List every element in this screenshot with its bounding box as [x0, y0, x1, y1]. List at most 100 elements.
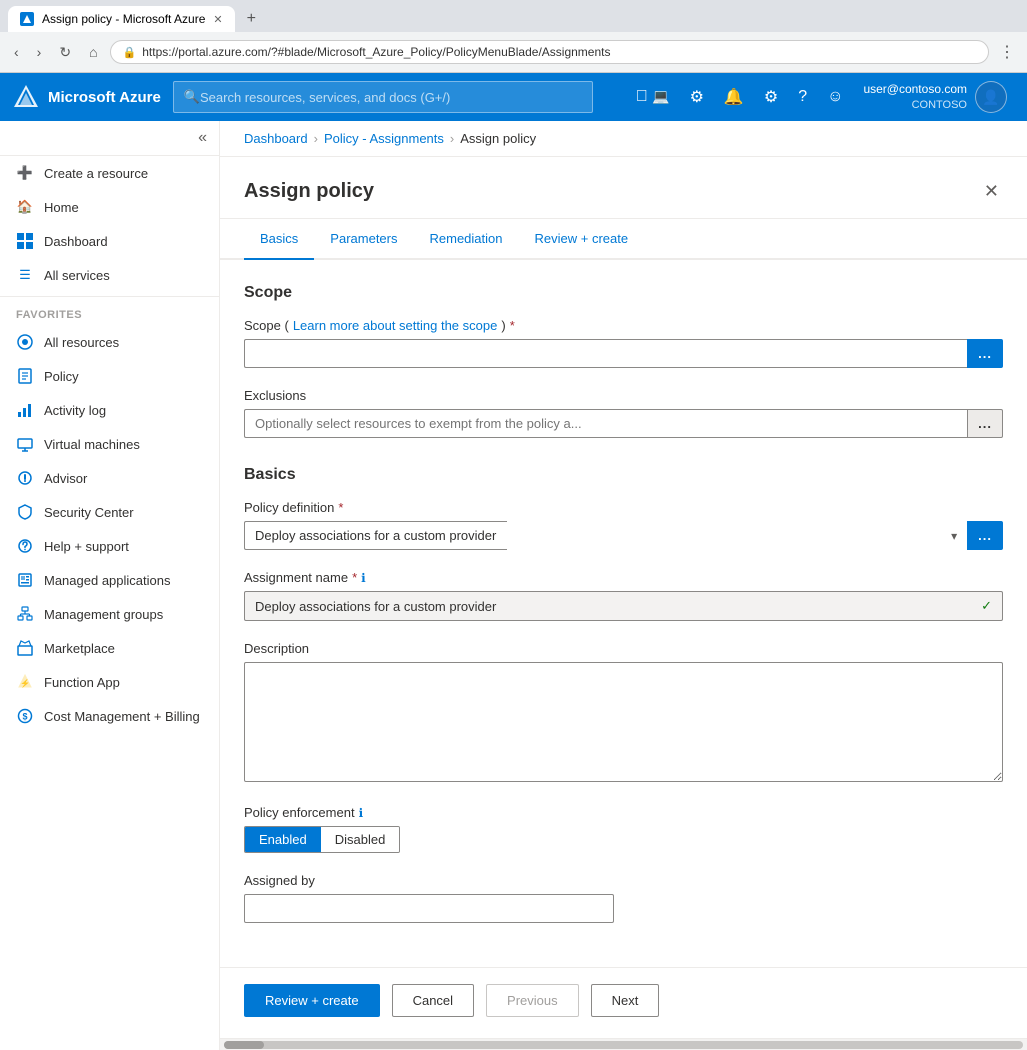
- sidebar-item-activity-log[interactable]: Activity log: [0, 393, 219, 427]
- browser-menu-button[interactable]: ⋮: [995, 38, 1019, 66]
- favorites-label: FAVORITES: [0, 301, 219, 325]
- sidebar-item-label: Management groups: [44, 607, 163, 622]
- enforcement-info-icon[interactable]: ℹ: [359, 806, 364, 820]
- policy-def-label: Policy definition *: [244, 500, 1003, 515]
- scope-field-group: Scope ( Learn more about setting the sco…: [244, 318, 1003, 368]
- exclusions-input[interactable]: [244, 409, 967, 438]
- breadcrumb-dashboard[interactable]: Dashboard: [244, 131, 308, 146]
- svg-text:⚡: ⚡: [20, 678, 30, 688]
- policy-icon: [16, 367, 34, 385]
- breadcrumb-policy-assignments[interactable]: Policy - Assignments: [324, 131, 444, 146]
- sidebar-item-managed-apps[interactable]: Managed applications: [0, 563, 219, 597]
- assignment-name-checkmark: ✓: [981, 598, 992, 614]
- browser-tab-bar: Assign policy - Microsoft Azure ✕ +: [0, 0, 1027, 32]
- scope-browse-button[interactable]: ...: [967, 339, 1003, 368]
- policy-definition-group: Policy definition * Deploy associations …: [244, 500, 1003, 550]
- sidebar-item-all-services[interactable]: ☰ All services: [0, 258, 219, 292]
- forward-button[interactable]: ›: [31, 40, 48, 64]
- scope-input[interactable]: [244, 339, 967, 368]
- exclusions-field-group: Exclusions ...: [244, 388, 1003, 438]
- notifications-button[interactable]: 🔔: [716, 81, 752, 113]
- new-tab-button[interactable]: +: [239, 6, 264, 32]
- azure-logo-text: Microsoft Azure: [48, 89, 161, 106]
- scrollbar-thumb[interactable]: [224, 1041, 264, 1049]
- scope-label: Scope ( Learn more about setting the sco…: [244, 318, 1003, 333]
- sidebar-item-label: Security Center: [44, 505, 134, 520]
- refresh-button[interactable]: ↻: [53, 40, 77, 65]
- sidebar-item-label: All resources: [44, 335, 119, 350]
- sidebar-item-advisor[interactable]: Advisor: [0, 461, 219, 495]
- sidebar-item-security-center[interactable]: Security Center: [0, 495, 219, 529]
- home-button[interactable]: ⌂: [83, 40, 103, 64]
- tab-basics[interactable]: Basics: [244, 219, 314, 260]
- azure-header: Microsoft Azure 🔍  💻 ⚙ 🔔 ⚙ ? ☺ user@con…: [0, 73, 1027, 121]
- enforcement-group: Policy enforcement ℹ Enabled Disabled: [244, 805, 1003, 853]
- sidebar-item-help-support[interactable]: Help + support: [0, 529, 219, 563]
- tab-close-button[interactable]: ✕: [213, 13, 222, 26]
- sidebar-collapse-button[interactable]: «: [198, 129, 207, 147]
- assignment-name-required: *: [352, 570, 357, 585]
- tab-remediation[interactable]: Remediation: [414, 219, 519, 260]
- sidebar-item-home[interactable]: 🏠 Home: [0, 190, 219, 224]
- create-resource-icon: ➕: [16, 164, 34, 182]
- cloud-shell-button[interactable]:  💻: [628, 82, 678, 112]
- address-bar[interactable]: 🔒 https://portal.azure.com/?#blade/Micro…: [110, 40, 989, 64]
- assign-policy-panel: Assign policy ✕ Basics Parameters Remedi…: [220, 157, 1027, 1038]
- virtual-machines-icon: [16, 435, 34, 453]
- sidebar-item-label: Marketplace: [44, 641, 115, 656]
- sidebar-item-policy[interactable]: Policy: [0, 359, 219, 393]
- sidebar-divider: [0, 296, 219, 297]
- exclusions-label: Exclusions: [244, 388, 1003, 403]
- description-textarea[interactable]: [244, 662, 1003, 782]
- user-profile[interactable]: user@contoso.com CONTOSO 👤: [855, 77, 1015, 117]
- tab-parameters[interactable]: Parameters: [314, 219, 413, 260]
- tab-review-create[interactable]: Review + create: [519, 219, 645, 260]
- assignment-name-info-icon[interactable]: ℹ: [361, 571, 366, 585]
- next-button[interactable]: Next: [591, 984, 660, 1017]
- sidebar-item-label: Virtual machines: [44, 437, 140, 452]
- breadcrumb: Dashboard › Policy - Assignments › Assig…: [220, 121, 1027, 157]
- sidebar-item-cost-management[interactable]: $ Cost Management + Billing: [0, 699, 219, 733]
- review-create-button[interactable]: Review + create: [244, 984, 380, 1017]
- tab-title: Assign policy - Microsoft Azure: [42, 12, 205, 26]
- sidebar-item-label: Home: [44, 200, 79, 215]
- notifications-directory-button[interactable]: ⚙: [682, 81, 712, 113]
- favicon-icon: [20, 12, 34, 26]
- home-icon: 🏠: [16, 198, 34, 216]
- horizontal-scrollbar[interactable]: [220, 1038, 1027, 1050]
- azure-logo[interactable]: Microsoft Azure: [12, 83, 161, 111]
- exclusions-browse-button[interactable]: ...: [967, 409, 1003, 438]
- back-button[interactable]: ‹: [8, 40, 25, 64]
- sidebar-item-all-resources[interactable]: All resources: [0, 325, 219, 359]
- sidebar-item-function-app[interactable]: ⚡ Function App: [0, 665, 219, 699]
- policy-def-browse-button[interactable]: ...: [967, 521, 1003, 550]
- azure-search-bar[interactable]: 🔍: [173, 81, 593, 113]
- assignment-name-readonly: Deploy associations for a custom provide…: [244, 591, 1003, 621]
- function-app-icon: ⚡: [16, 673, 34, 691]
- help-button[interactable]: ?: [790, 82, 815, 112]
- feedback-button[interactable]: ☺: [819, 82, 851, 112]
- sidebar-item-management-groups[interactable]: Management groups: [0, 597, 219, 631]
- assignment-name-label: Assignment name * ℹ: [244, 570, 1003, 585]
- settings-button[interactable]: ⚙: [756, 81, 786, 113]
- panel-close-button[interactable]: ✕: [980, 177, 1003, 206]
- sidebar-item-virtual-machines[interactable]: Virtual machines: [0, 427, 219, 461]
- panel-tabs: Basics Parameters Remediation Review + c…: [220, 219, 1027, 260]
- search-input[interactable]: [200, 90, 582, 105]
- scope-input-group: ...: [244, 339, 1003, 368]
- sidebar-item-label: Managed applications: [44, 573, 170, 588]
- assigned-by-input[interactable]: [244, 894, 614, 923]
- app-layout: « ➕ Create a resource 🏠 Home Dashboard ☰…: [0, 121, 1027, 1050]
- enforcement-enabled-option[interactable]: Enabled: [245, 827, 321, 852]
- sidebar-item-create-resource[interactable]: ➕ Create a resource: [0, 156, 219, 190]
- cancel-button[interactable]: Cancel: [392, 984, 474, 1017]
- active-tab[interactable]: Assign policy - Microsoft Azure ✕: [8, 6, 235, 32]
- svg-text:$: $: [22, 712, 27, 722]
- sidebar-item-dashboard[interactable]: Dashboard: [0, 224, 219, 258]
- sidebar-item-marketplace[interactable]: Marketplace: [0, 631, 219, 665]
- scope-learn-more-link[interactable]: Learn more about setting the scope: [293, 318, 498, 333]
- management-groups-icon: [16, 605, 34, 623]
- enforcement-disabled-option[interactable]: Disabled: [321, 827, 400, 852]
- marketplace-icon: [16, 639, 34, 657]
- policy-def-select[interactable]: Deploy associations for a custom provide…: [244, 521, 507, 550]
